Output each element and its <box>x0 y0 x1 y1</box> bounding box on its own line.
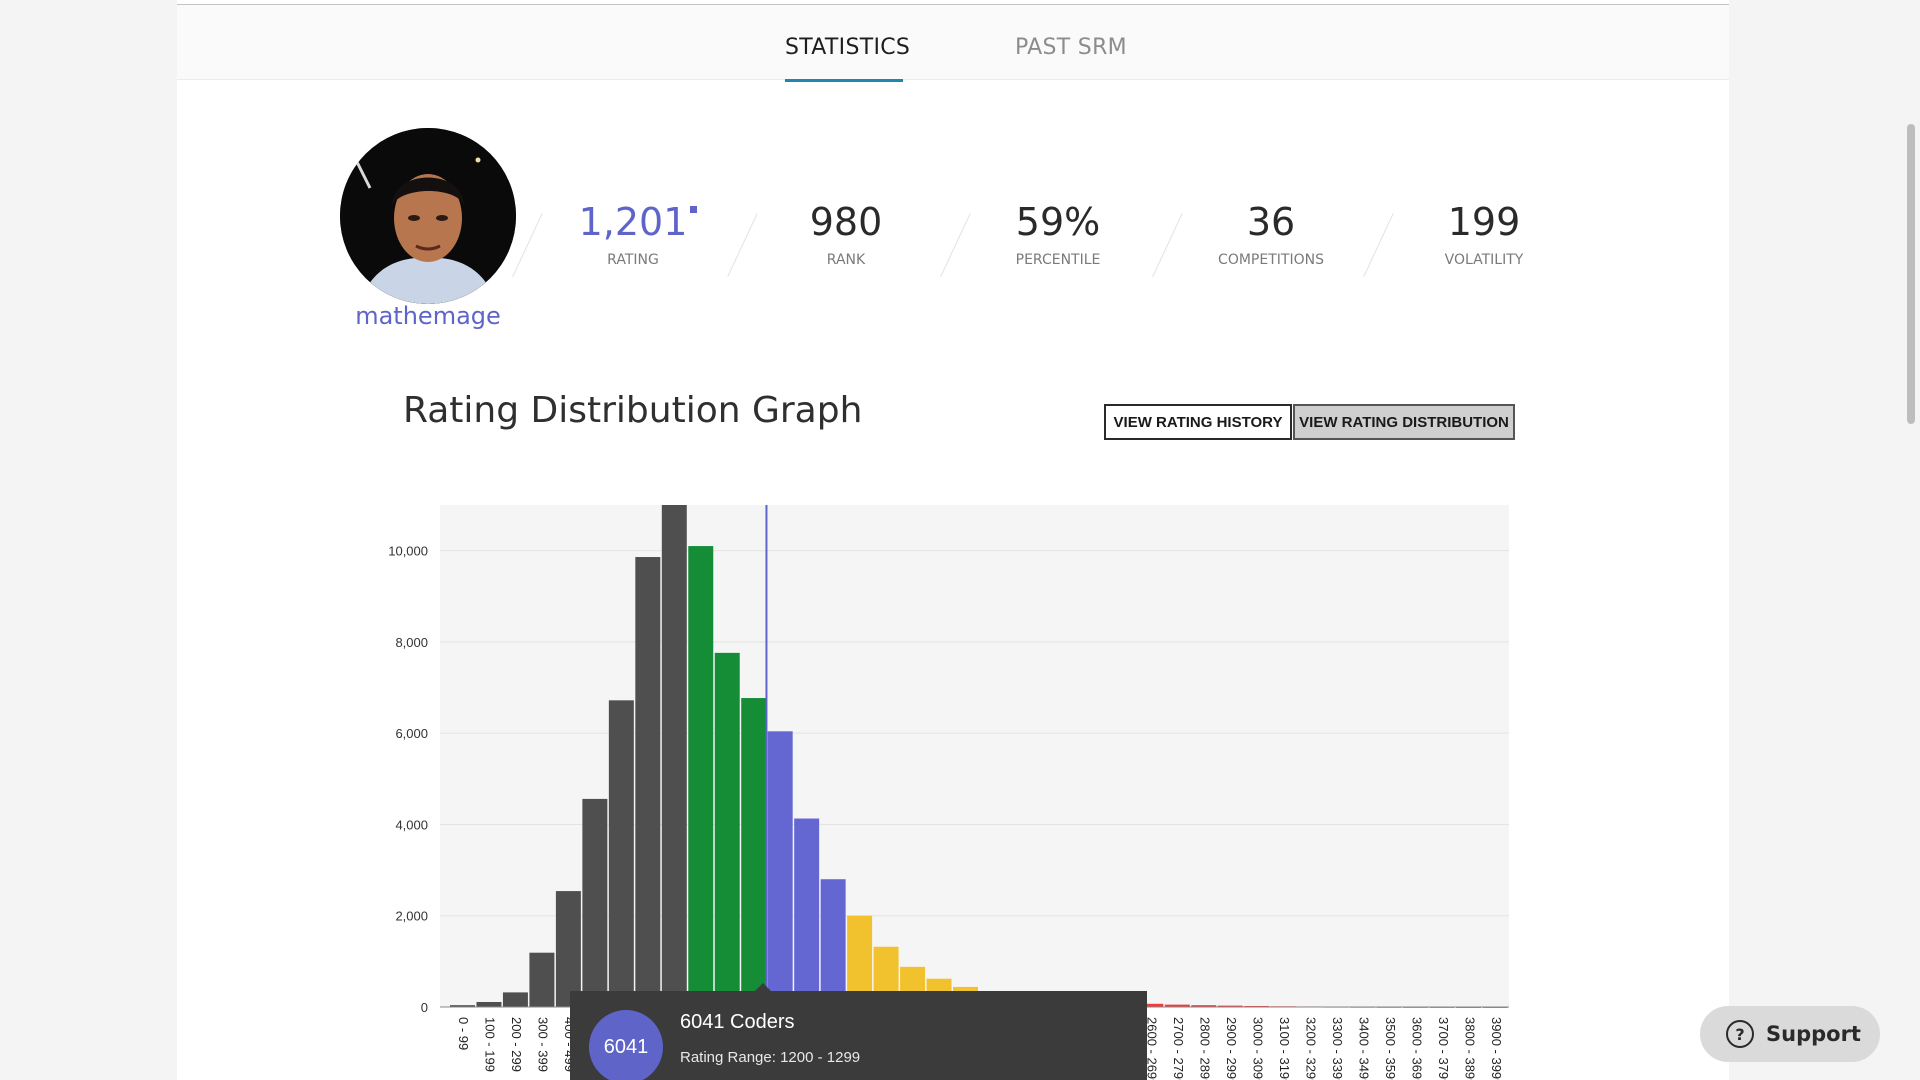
support-label: Support <box>1766 1022 1861 1046</box>
x-tick-label: 300 - 399 <box>536 1017 551 1072</box>
x-tick-label: 200 - 299 <box>509 1017 524 1072</box>
x-tick-label: 3200 - 3299 <box>1303 1017 1318 1080</box>
y-tick-label: 6,000 <box>395 726 428 741</box>
bar-300-399[interactable] <box>529 952 555 1007</box>
bar-200-299[interactable] <box>502 992 528 1007</box>
x-tick-label: 3300 - 3399 <box>1330 1017 1345 1080</box>
bar-1000-1099[interactable] <box>714 652 740 1007</box>
bar-1400-1499[interactable] <box>820 879 846 1007</box>
help-icon: ? <box>1726 1020 1754 1048</box>
bar-tooltip: 6041 6041 Coders Rating Range: 1200 - 12… <box>570 991 1147 1080</box>
x-tick-label: 3900 - 3999 <box>1489 1017 1504 1080</box>
bar-600-699[interactable] <box>608 700 634 1007</box>
x-tick-label: 3000 - 3099 <box>1250 1017 1265 1080</box>
x-tick-label: 3700 - 3799 <box>1436 1017 1451 1080</box>
profile-panel: STATISTICS PAST SRM mathemage 1,201 RATI… <box>177 0 1729 1080</box>
x-tick-label: 3600 - 3699 <box>1409 1017 1424 1080</box>
bar-1100-1199[interactable] <box>741 698 767 1007</box>
scrollbar-thumb[interactable] <box>1907 124 1915 424</box>
rating-distribution-chart: 0 2,000 4,000 6,000 8,000 10,000 0 - 99 100 - … <box>388 505 1509 1080</box>
tooltip-title: 6041 Coders <box>680 1011 795 1033</box>
y-tick-label: 2,000 <box>395 909 428 924</box>
y-tick-label: 8,000 <box>395 635 428 650</box>
x-tick-label: 3500 - 3599 <box>1383 1017 1398 1080</box>
bar-500-599[interactable] <box>582 798 608 1007</box>
y-tick-label: 4,000 <box>395 817 428 832</box>
bar-1200-1299[interactable] <box>767 731 793 1007</box>
x-tick-label: 2900 - 2999 <box>1224 1017 1239 1080</box>
x-tick-label: 3100 - 3199 <box>1277 1017 1292 1080</box>
bar-1300-1399[interactable] <box>794 818 820 1007</box>
x-tick-label: 2700 - 2799 <box>1171 1017 1186 1080</box>
x-tick-label: 0 - 99 <box>456 1017 471 1050</box>
x-tick-label: 3800 - 3899 <box>1462 1017 1477 1080</box>
tooltip-range: Rating Range: 1200 - 1299 <box>680 1049 861 1066</box>
x-tick-label: 100 - 199 <box>483 1017 498 1072</box>
tooltip-count-badge: 6041 <box>589 1010 663 1080</box>
y-tick-label: 10,000 <box>388 544 428 559</box>
bar-100-199[interactable] <box>476 1001 502 1007</box>
bar-900-999[interactable] <box>688 546 714 1007</box>
bar-800-899[interactable] <box>661 505 687 1007</box>
bar-700-799[interactable] <box>635 557 661 1007</box>
x-tick-label: 2800 - 2899 <box>1198 1017 1213 1080</box>
support-button[interactable]: ? Support <box>1700 1006 1880 1062</box>
bar-400-499[interactable] <box>555 891 581 1007</box>
y-tick-label: 0 <box>421 1000 428 1015</box>
x-tick-label: 3400 - 3499 <box>1356 1017 1371 1080</box>
